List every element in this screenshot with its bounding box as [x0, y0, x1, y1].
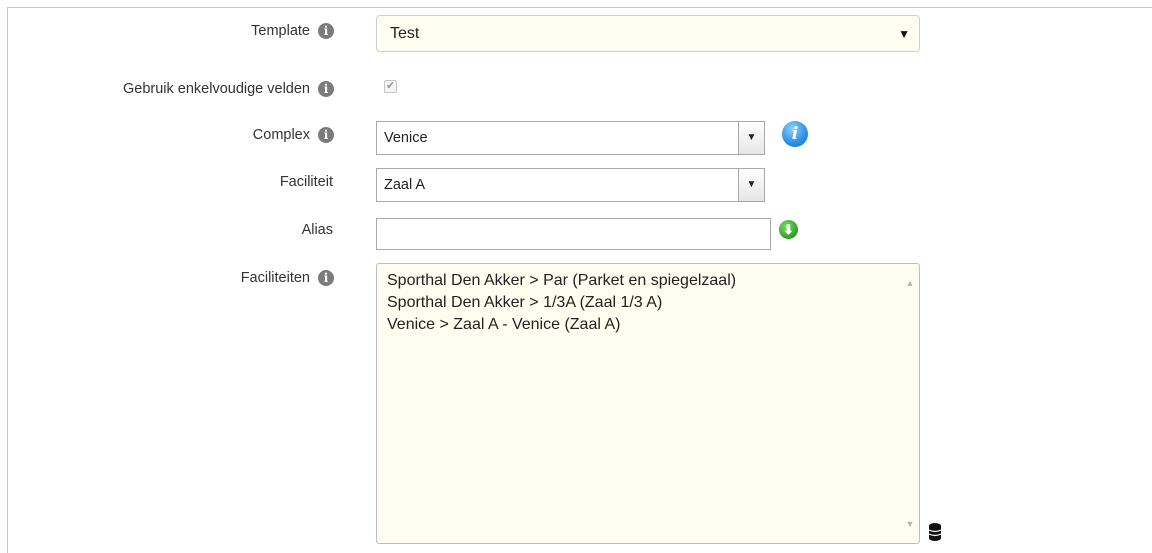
template-select-value: Test — [390, 25, 420, 42]
facility-label: Faciliteit — [279, 174, 333, 190]
chevron-down-icon[interactable]: ▼ — [738, 122, 764, 154]
single-fields-checkbox[interactable]: ✔ — [384, 80, 397, 93]
alias-label-row: Alias — [302, 222, 333, 238]
single-fields-label: Gebruik enkelvoudige velden — [122, 81, 310, 97]
facilities-textarea[interactable]: Sporthal Den Akker > Par (Parket en spie… — [376, 263, 920, 544]
complex-help-icon[interactable]: i — [782, 121, 808, 147]
database-icon[interactable] — [928, 522, 942, 542]
facilities-label: Faciliteiten — [240, 270, 310, 286]
chevron-down-icon: ▼ — [898, 27, 910, 41]
list-item: Sporthal Den Akker > Par (Parket en spie… — [387, 272, 737, 289]
chevron-down-icon[interactable]: ▼ — [738, 169, 764, 201]
alias-input[interactable] — [376, 218, 771, 250]
complex-label-row: Complex i — [253, 127, 334, 143]
template-select[interactable]: Test ▼ — [376, 15, 920, 52]
info-icon[interactable]: i — [318, 23, 334, 39]
list-item: Sporthal Den Akker > 1/3A (Zaal 1/3 A) — [387, 294, 663, 311]
template-label: Template — [251, 23, 310, 39]
scroll-down-icon[interactable]: ▼ — [904, 513, 916, 535]
alias-label: Alias — [301, 222, 333, 238]
complex-label: Complex — [252, 127, 310, 143]
info-icon[interactable]: i — [318, 81, 334, 97]
scrollbar[interactable]: ▲ ▼ — [904, 270, 916, 537]
facilities-label-row: Faciliteiten i — [241, 270, 334, 286]
template-label-row: Template i — [251, 23, 334, 39]
info-icon[interactable]: i — [318, 270, 334, 286]
complex-select-value: Venice — [384, 130, 428, 146]
facility-label-row: Faciliteit — [280, 174, 333, 190]
info-icon[interactable]: i — [318, 127, 334, 143]
list-item: Venice > Zaal A - Venice (Zaal A) — [387, 316, 621, 333]
facility-select[interactable]: Zaal A ▼ — [376, 168, 765, 202]
scroll-up-icon[interactable]: ▲ — [904, 272, 916, 294]
complex-select[interactable]: Venice ▼ — [376, 121, 765, 155]
facility-select-value: Zaal A — [384, 177, 426, 193]
add-alias-icon[interactable]: ⬇ — [779, 220, 798, 239]
single-fields-label-row: Gebruik enkelvoudige velden i — [123, 81, 334, 97]
